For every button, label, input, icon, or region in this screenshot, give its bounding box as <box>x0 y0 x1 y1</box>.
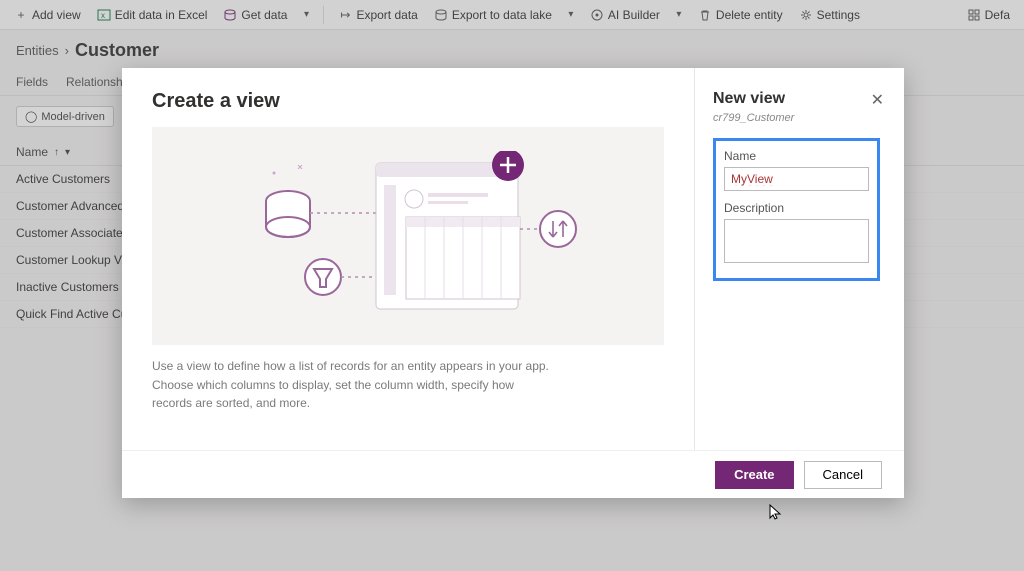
label: Delete entity <box>716 8 783 22</box>
breadcrumb: Entities › Customer <box>0 30 1024 69</box>
label: AI Builder <box>608 8 660 22</box>
pill-icon: ◯ <box>25 110 37 123</box>
delete-entity-button[interactable]: Delete entity <box>692 0 789 29</box>
chevron-right-icon: › <box>65 43 69 58</box>
add-view-button[interactable]: + Add view <box>8 0 87 29</box>
model-driven-pill[interactable]: ◯ Model-driven <box>16 106 114 127</box>
excel-icon: x <box>97 8 111 22</box>
chevron-down-icon[interactable]: ▾ <box>562 9 580 20</box>
new-view-title: New view <box>713 90 880 108</box>
label: Settings <box>817 8 860 22</box>
trash-icon <box>698 8 712 22</box>
label: Get data <box>241 8 287 22</box>
ai-builder-button[interactable]: AI Builder <box>584 0 666 29</box>
cursor-icon <box>769 504 783 523</box>
tab-fields[interactable]: Fields <box>16 69 48 95</box>
name-label: Name <box>724 149 869 163</box>
lake-icon <box>434 8 448 22</box>
separator <box>323 6 324 24</box>
gear-icon <box>799 8 813 22</box>
svg-text:x: x <box>101 11 105 20</box>
chevron-down-icon: ▾ <box>65 147 70 158</box>
label: Export to data lake <box>452 8 552 22</box>
grid-icon <box>967 8 981 22</box>
label: Defa <box>985 8 1010 22</box>
settings-button[interactable]: Settings <box>793 0 866 29</box>
name-input[interactable] <box>724 167 869 191</box>
default-button[interactable]: Defa <box>961 0 1016 29</box>
page-title: Customer <box>75 40 159 61</box>
chevron-down-icon[interactable]: ▾ <box>670 9 688 20</box>
export-data-button[interactable]: ↦ Export data <box>332 0 423 29</box>
entity-schema-name: cr799_Customer <box>713 112 880 124</box>
description-label: Description <box>724 201 869 215</box>
label: Add view <box>32 8 81 22</box>
command-bar: + Add view x Edit data in Excel Get data… <box>0 0 1024 30</box>
dialog-title: Create a view <box>152 90 664 113</box>
label: Export data <box>356 8 417 22</box>
create-button[interactable]: Create <box>715 461 793 489</box>
close-icon[interactable]: ✕ <box>871 90 884 110</box>
create-view-dialog: Create a view <box>122 68 904 498</box>
plus-icon: + <box>14 8 28 22</box>
sort-asc-icon: ↑ <box>54 147 59 158</box>
pill-label: Model-driven <box>41 111 105 123</box>
breadcrumb-root[interactable]: Entities <box>16 43 59 58</box>
ai-icon <box>590 8 604 22</box>
get-data-button[interactable]: Get data <box>217 0 293 29</box>
edit-in-excel-button[interactable]: x Edit data in Excel <box>91 0 214 29</box>
export-data-lake-button[interactable]: Export to data lake <box>428 0 558 29</box>
label: Edit data in Excel <box>115 8 208 22</box>
cancel-button[interactable]: Cancel <box>804 461 882 489</box>
highlighted-fields: Name Description <box>713 138 880 281</box>
chevron-down-icon[interactable]: ▾ <box>297 9 315 20</box>
column-name: Name <box>16 145 48 159</box>
description-input[interactable] <box>724 219 869 263</box>
dialog-help-text: Use a view to define how a list of recor… <box>152 357 552 413</box>
database-icon <box>223 8 237 22</box>
export-icon: ↦ <box>338 8 352 22</box>
dialog-footer: Create Cancel <box>122 450 904 498</box>
illustration <box>152 127 664 345</box>
